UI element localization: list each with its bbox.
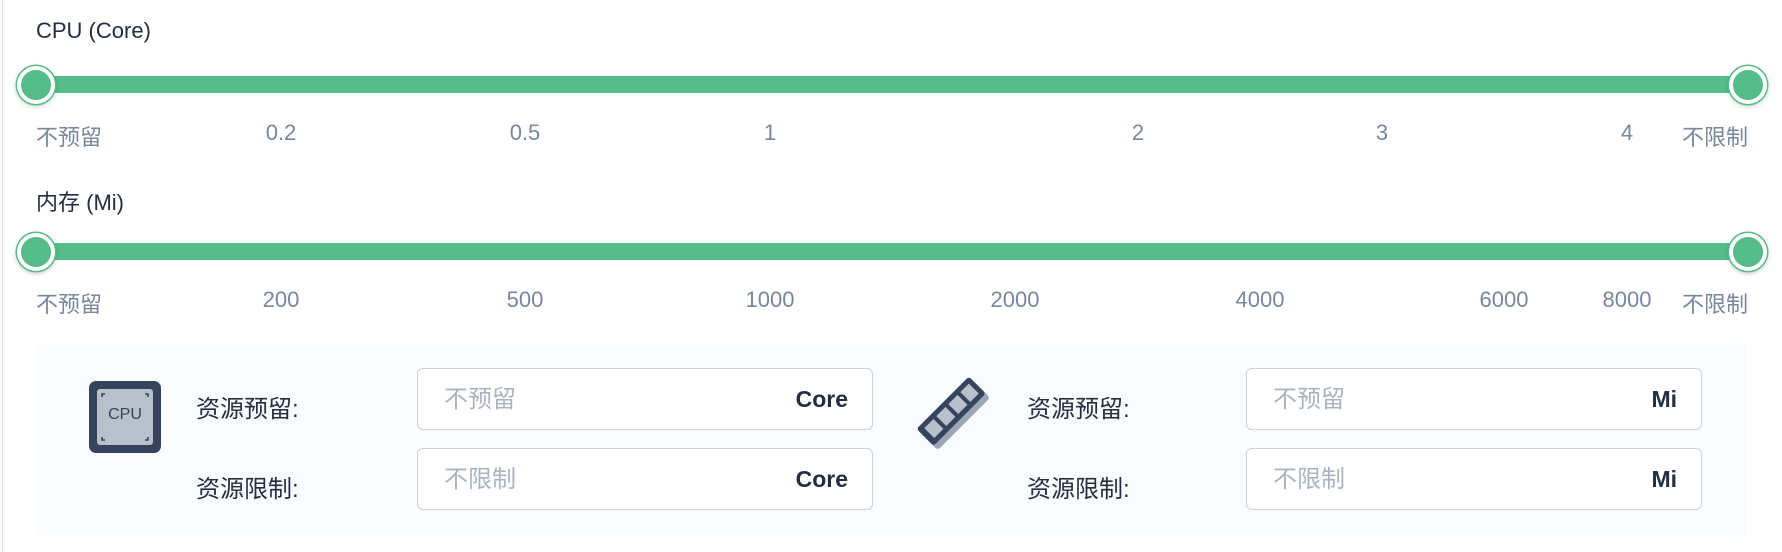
memory-limit-field[interactable]: Mi [1246, 448, 1702, 510]
cpu-reserve-field[interactable]: Core [417, 368, 873, 430]
cpu-limit-input[interactable] [442, 463, 746, 497]
memory-slider-max-handle[interactable] [1729, 233, 1767, 271]
cpu-tick[interactable]: 不预留 [36, 120, 102, 152]
memory-reserve-label: 资源预留: [1027, 396, 1130, 423]
memory-tick[interactable]: 200 [263, 287, 300, 313]
memory-icon [914, 374, 994, 454]
memory-limit-label: 资源限制: [1027, 476, 1130, 503]
cpu-slider-track[interactable] [36, 76, 1748, 93]
cpu-reserve-label: 资源预留: [196, 396, 299, 423]
cpu-icon-text: CPU [108, 406, 142, 423]
memory-slider-track[interactable] [36, 243, 1748, 260]
cpu-reserve-input[interactable] [442, 383, 746, 417]
cpu-slider-min-handle[interactable] [17, 66, 55, 104]
cpu-tick[interactable]: 1 [764, 120, 776, 146]
cpu-tick[interactable]: 3 [1376, 120, 1388, 146]
cpu-tick[interactable]: 0.2 [266, 120, 297, 146]
cpu-icon: CPU [88, 380, 162, 454]
memory-tick[interactable]: 6000 [1480, 287, 1529, 313]
cpu-reserve-unit: Core [795, 386, 848, 412]
memory-reserve-input[interactable] [1271, 383, 1575, 417]
cpu-tick[interactable]: 不限制 [1682, 120, 1748, 152]
memory-tick[interactable]: 1000 [746, 287, 795, 313]
memory-tick[interactable]: 4000 [1236, 287, 1285, 313]
memory-reserve-field[interactable]: Mi [1246, 368, 1702, 430]
cpu-limit-unit: Core [795, 466, 848, 492]
cpu-slider-max-handle[interactable] [1729, 66, 1767, 104]
memory-slider-min-handle[interactable] [17, 233, 55, 271]
memory-tick[interactable]: 500 [507, 287, 544, 313]
cpu-tick[interactable]: 2 [1132, 120, 1144, 146]
memory-reserve-unit: Mi [1651, 386, 1677, 412]
cpu-slider-label: CPU (Core) [36, 18, 151, 43]
memory-limit-unit: Mi [1651, 466, 1677, 492]
resource-settings-panel: CPU 资源预留: Core 资源限制: Core 资源预留: Mi 资源限制: [36, 344, 1746, 536]
cpu-limit-field[interactable]: Core [417, 448, 873, 510]
cpu-limit-label: 资源限制: [196, 476, 299, 503]
memory-tick[interactable]: 不限制 [1682, 287, 1748, 319]
memory-limit-input[interactable] [1271, 463, 1575, 497]
cpu-tick[interactable]: 0.5 [510, 120, 541, 146]
memory-tick[interactable]: 8000 [1603, 287, 1652, 313]
memory-tick[interactable]: 不预留 [36, 287, 102, 319]
memory-tick[interactable]: 2000 [991, 287, 1040, 313]
cpu-tick[interactable]: 4 [1621, 120, 1633, 146]
memory-slider-label: 内存 (Mi) [36, 190, 124, 215]
container-border [2, 0, 3, 552]
